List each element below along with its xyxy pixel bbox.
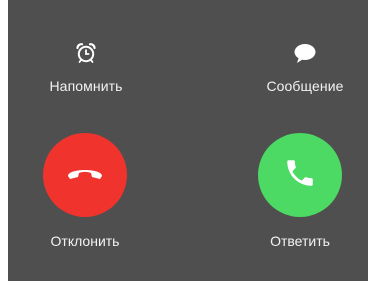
phone-hangup-icon	[65, 163, 105, 188]
speech-bubble-icon	[292, 40, 318, 66]
accept-call-button[interactable]: Ответить	[240, 133, 360, 249]
decline-call-button[interactable]: Отклонить	[25, 133, 145, 249]
decline-label: Отклонить	[50, 233, 120, 249]
phone-icon	[283, 156, 317, 195]
accept-circle[interactable]	[258, 133, 342, 217]
alarm-clock-icon	[73, 40, 99, 66]
incoming-call-screen: Напомнить Сообщение Отклонить Ответить	[8, 0, 368, 281]
accept-label: Ответить	[270, 233, 330, 249]
remind-me-label: Напомнить	[49, 78, 123, 94]
remind-me-button[interactable]: Напомнить	[36, 40, 136, 94]
message-label: Сообщение	[266, 78, 344, 94]
decline-circle[interactable]	[43, 133, 127, 217]
message-button[interactable]: Сообщение	[250, 40, 360, 94]
